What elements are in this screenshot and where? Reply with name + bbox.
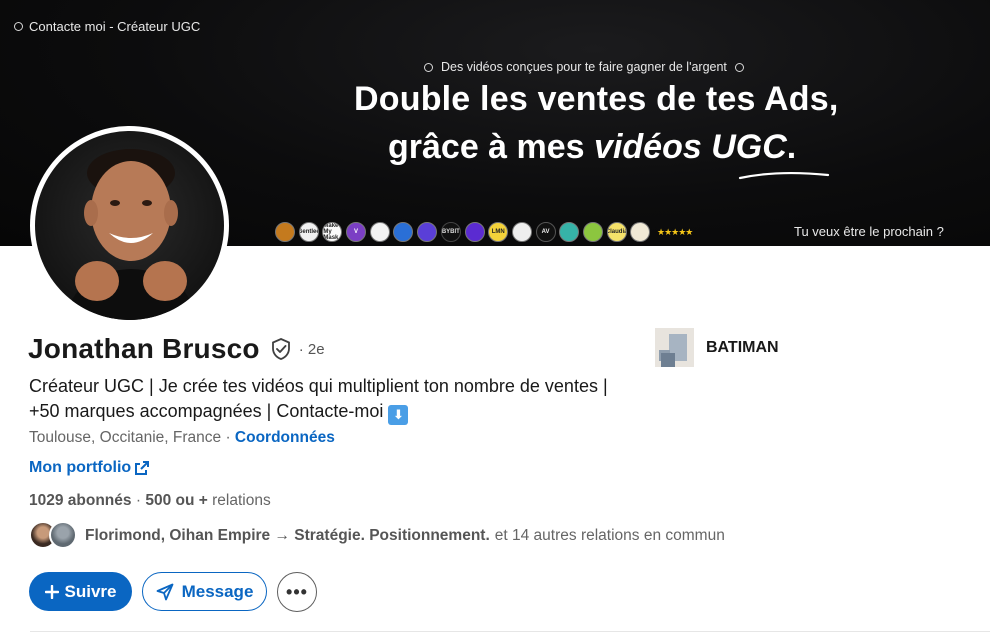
brand-logo	[582, 222, 603, 242]
brand-logo	[275, 222, 295, 242]
location-text: Toulouse, Occitanie, France	[29, 429, 222, 446]
more-actions-button[interactable]: •••	[277, 572, 317, 612]
brand-logo: Claudia	[606, 222, 627, 242]
followers-count[interactable]: 1029 abonnés	[29, 492, 132, 509]
network-stats: 1029 abonnés · 500 ou + relations	[29, 492, 271, 510]
brand-logo: AV	[535, 222, 556, 242]
brand-logo	[393, 222, 414, 242]
brand-logo: V	[346, 222, 367, 242]
current-company[interactable]: BATIMAN	[655, 328, 779, 367]
brand-logo-strip: Gentlee Make My Mask V BYBIT LMN AV Clau…	[275, 222, 693, 242]
portfolio-link[interactable]: Mon portfolio	[29, 459, 150, 477]
brand-logo	[369, 222, 390, 242]
message-button[interactable]: Message	[142, 572, 267, 611]
avatar-portrait-icon	[65, 149, 197, 320]
underline-swoosh-icon	[738, 171, 830, 180]
brand-logo	[511, 222, 532, 242]
banner-corner-label: Contacte moi - Créateur UGC	[14, 19, 200, 34]
verified-shield-icon[interactable]	[269, 337, 293, 361]
down-arrow-icon: ⬇	[388, 405, 409, 425]
followers-separator: ·	[135, 492, 142, 509]
location-separator: ·	[225, 429, 231, 446]
company-logo	[655, 328, 694, 367]
brand-logo	[464, 222, 485, 242]
profile-headline: Créateur UGC | Je crée tes vidéos qui mu…	[29, 374, 609, 425]
banner-headline-italic: vidéos UGC	[594, 128, 787, 166]
portfolio-link-label: Mon portfolio	[29, 459, 132, 476]
avatar	[49, 521, 77, 549]
brand-logo	[417, 222, 438, 242]
message-button-label: Message	[181, 581, 254, 601]
banner-tagline: Des vidéos conçues pour te faire gagner …	[424, 60, 744, 74]
ring-icon	[14, 22, 23, 31]
headline-text: Créateur UGC | Je crée tes vidéos qui mu…	[29, 376, 608, 421]
brand-logo: Make My Mask	[322, 222, 343, 242]
profile-name: Jonathan Brusco	[28, 333, 260, 364]
company-name: BATIMAN	[706, 338, 779, 356]
banner-headline-line1: Double les ventes de tes Ads,	[354, 80, 839, 118]
follow-button-label: Suivre	[64, 581, 117, 601]
brand-logo	[559, 222, 580, 242]
brand-logo	[630, 222, 651, 242]
brand-logo: LMN	[488, 222, 509, 242]
profile-avatar[interactable]	[30, 126, 229, 325]
banner-tagline-text: Des vidéos conçues pour te faire gagner …	[441, 60, 727, 74]
brand-logo: BYBIT	[440, 222, 461, 242]
avatar-photo	[35, 131, 224, 320]
follow-button[interactable]: Suivre	[29, 572, 132, 611]
send-icon	[156, 583, 173, 600]
contact-info-link[interactable]: Coordonnées	[235, 429, 335, 446]
mutual-names: Florimond, Oihan Empire → Stratégie. Pos…	[85, 527, 490, 544]
ring-icon	[424, 62, 433, 72]
location-row: Toulouse, Occitanie, France · Coordonnée…	[29, 429, 335, 447]
mutual-suffix: et 14 autres relations en commun	[494, 527, 725, 544]
banner-headline-line2: grâce à mes vidéos UGC.	[388, 128, 796, 167]
name-row: Jonathan Brusco · 2e	[28, 333, 325, 365]
rating-stars-icon: ★★★★★	[657, 226, 693, 237]
connections-count[interactable]: 500 ou +	[145, 492, 207, 509]
connections-suffix: relations	[212, 492, 271, 509]
banner-corner-text: Contacte moi - Créateur UGC	[29, 19, 201, 34]
banner-cta: Tu veux être le prochain ?	[794, 224, 944, 239]
company-logo-icon	[655, 328, 694, 367]
mutual-connections[interactable]: Florimond, Oihan Empire → Stratégie. Pos…	[29, 521, 725, 551]
connection-degree: · 2e	[298, 340, 325, 358]
banner-headline-suffix: .	[786, 128, 797, 166]
mutual-avatars	[29, 521, 81, 551]
banner-headline-prefix: grâce à mes	[388, 128, 595, 166]
external-link-icon	[135, 461, 150, 475]
plus-icon	[44, 584, 59, 599]
ring-icon	[734, 62, 744, 72]
brand-logo: Gentlee	[298, 222, 319, 242]
